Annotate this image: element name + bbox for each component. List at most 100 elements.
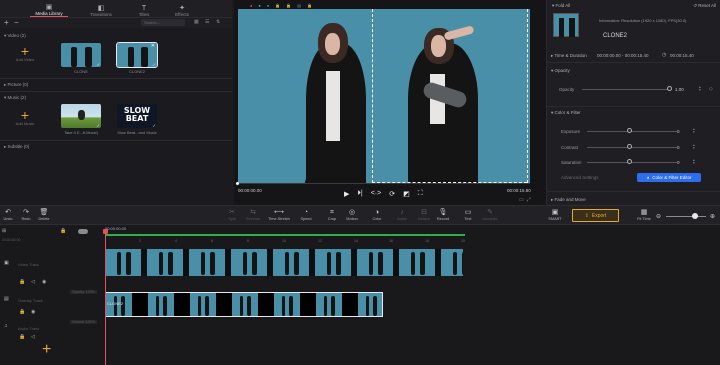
playhead[interactable]: [105, 230, 106, 365]
exposure-slider[interactable]: [587, 131, 677, 132]
export-button[interactable]: ⇪ Export: [572, 209, 619, 222]
smart-button[interactable]: ▣ SMART: [545, 209, 565, 221]
speed-button[interactable]: ◔ Speed: [296, 209, 316, 221]
add-track-button[interactable]: +: [42, 342, 51, 358]
saturation-slider[interactable]: [587, 162, 677, 163]
snap-toggle[interactable]: [78, 229, 88, 234]
layer-icon[interactable]: ▤: [297, 3, 301, 8]
opacity-stepper[interactable]: ▴ ▾: [699, 85, 701, 92]
video-clip[interactable]: [105, 249, 463, 276]
saturation-slider-knob[interactable]: [627, 159, 632, 164]
audio-button[interactable]: ♪ Audio: [392, 209, 412, 221]
add-music-button[interactable]: + Add Music: [11, 104, 39, 130]
motion-button[interactable]: ◎ Motion: [342, 209, 362, 221]
contrast-stepper[interactable]: ▴ ▾: [693, 143, 695, 150]
subtitle-section-header[interactable]: ▸ Subtitle (0): [4, 144, 29, 150]
duration[interactable]: 00:00:15.40: [670, 53, 694, 58]
eye-icon[interactable]: ◉: [42, 279, 46, 285]
timeline-ruler[interactable]: 2 4 6 8 10 12 14 16 18 20: [105, 236, 720, 245]
fullscreen-icon[interactable]: ⛶: [418, 190, 423, 198]
add-video-button[interactable]: + Add Video: [11, 40, 39, 66]
preview-progress-track[interactable]: [238, 183, 530, 184]
opacity-header[interactable]: ▾ Opacity: [551, 68, 717, 74]
lock-icon[interactable]: 🔒: [19, 279, 25, 285]
advanced-settings-link[interactable]: Advanced Settings: [561, 175, 599, 180]
lock-icon[interactable]: 🔒: [275, 3, 280, 8]
exposure-value[interactable]: 0: [677, 129, 680, 134]
saturation-stepper[interactable]: ▴ ▾: [693, 158, 695, 165]
media-thumb-clone2[interactable]: ✕ ✓: [116, 42, 158, 68]
music-thumb-slow-beat[interactable]: SLOW BEAT ✓: [117, 104, 157, 128]
tab-media-library[interactable]: ▣ Media Library: [30, 1, 68, 17]
video-preview[interactable]: [238, 9, 530, 183]
lock-icon[interactable]: 🔒: [307, 3, 312, 8]
time-stretch-button[interactable]: ⟷ Time-Stretch: [267, 209, 291, 221]
remove-media-icon[interactable]: −: [14, 18, 19, 27]
opacity-slider[interactable]: [582, 89, 670, 90]
record-button[interactable]: 🎙 Record: [433, 209, 453, 221]
lock-icon[interactable]: 🔒: [19, 334, 25, 340]
dot-cyan-icon[interactable]: ●: [258, 3, 260, 8]
list-view-icon[interactable]: ☰: [205, 19, 209, 25]
fold-all-button[interactable]: ▾ Fold All: [552, 3, 570, 9]
contrast-slider[interactable]: [587, 147, 677, 148]
reset-all-button[interactable]: ↺ Reset All: [693, 3, 716, 9]
fade-move-header[interactable]: ▸ Fade and Move: [551, 197, 717, 203]
search-input[interactable]: Search...: [141, 19, 185, 26]
eye-icon[interactable]: ◉: [31, 309, 35, 315]
music-thumb-take-it-easy[interactable]: ✓: [61, 104, 101, 128]
detach-button[interactable]: ⊟ Detach: [414, 209, 434, 221]
close-icon[interactable]: ✕: [151, 43, 155, 49]
contrast-value[interactable]: 0: [677, 145, 680, 150]
add-track-icon[interactable]: ⊞: [2, 228, 6, 234]
text-button[interactable]: ▭ Text: [458, 209, 478, 221]
play-step-icon[interactable]: ⏵|: [357, 190, 362, 198]
snapshot-icon[interactable]: ◩: [403, 190, 410, 198]
exposure-slider-knob[interactable]: [627, 128, 632, 133]
music-section-header[interactable]: ▾ Music (2): [4, 95, 26, 101]
lock-icon[interactable]: 🔒: [19, 309, 25, 315]
grid-view-icon[interactable]: ▦: [194, 19, 199, 25]
redo-button[interactable]: ↷ Redo: [16, 209, 36, 221]
volume-icon[interactable]: ◁: [31, 334, 35, 340]
exposure-stepper[interactable]: ▴ ▾: [693, 127, 695, 134]
crop-button[interactable]: ⌗ Crop: [322, 209, 342, 221]
tab-titles[interactable]: T Titles: [125, 1, 163, 17]
keyframe-icon[interactable]: ◇: [709, 86, 713, 92]
lock-icon[interactable]: 🔒: [286, 3, 291, 8]
zoom-in-icon[interactable]: ⊕: [710, 213, 715, 220]
color-filter-editor-button[interactable]: ◕ Color & Filter Editor: [637, 173, 701, 182]
tab-effects[interactable]: ✦ Effects: [163, 1, 201, 17]
split-view-icon[interactable]: <·>: [371, 190, 382, 198]
expand-icon[interactable]: ⤢: [527, 197, 531, 203]
color-filter-header[interactable]: ▾ Color & Filter: [551, 110, 717, 116]
dot-blue-icon[interactable]: ●: [267, 3, 269, 8]
zoom-out-icon[interactable]: ⊖: [656, 213, 661, 220]
loop-icon[interactable]: ⟳: [389, 190, 395, 198]
play-icon[interactable]: ▶: [344, 190, 349, 198]
playhead-handle[interactable]: [103, 229, 108, 234]
media-thumb-clone[interactable]: ✓: [61, 43, 101, 67]
delete-button[interactable]: 🗑 Delete: [34, 209, 54, 221]
reverse-button[interactable]: ⇆ Reverse: [243, 209, 263, 221]
mute-icon[interactable]: ◁: [31, 279, 35, 285]
contrast-slider-knob[interactable]: [627, 144, 632, 149]
zoom-slider-knob[interactable]: [692, 213, 698, 219]
video-section-header[interactable]: ▾ Video (2): [4, 33, 26, 39]
add-media-icon[interactable]: +: [4, 18, 9, 27]
preview-progress-knob[interactable]: [236, 182, 239, 185]
preview-settings-icon[interactable]: ▭: [519, 197, 524, 203]
annotate-button[interactable]: ✎ Annotate: [480, 209, 500, 221]
picture-section-header[interactable]: ▸ Picture (0): [4, 82, 28, 88]
zoom-slider[interactable]: [666, 216, 706, 217]
fit-time-button[interactable]: ▦ Fit Time: [634, 209, 654, 221]
opacity-value[interactable]: 1.00: [675, 87, 684, 92]
sort-icon[interactable]: ⇅: [216, 19, 220, 25]
split-button[interactable]: ✂ Split: [222, 209, 242, 221]
saturation-value[interactable]: 0: [677, 160, 680, 165]
tab-transitions[interactable]: ◧ Transitions: [82, 1, 120, 17]
opacity-slider-knob[interactable]: [667, 86, 672, 91]
color-button[interactable]: ◑ Color: [367, 209, 387, 221]
track-lock-icon[interactable]: 🔒: [60, 228, 66, 234]
overlay-clip[interactable]: [105, 292, 383, 317]
